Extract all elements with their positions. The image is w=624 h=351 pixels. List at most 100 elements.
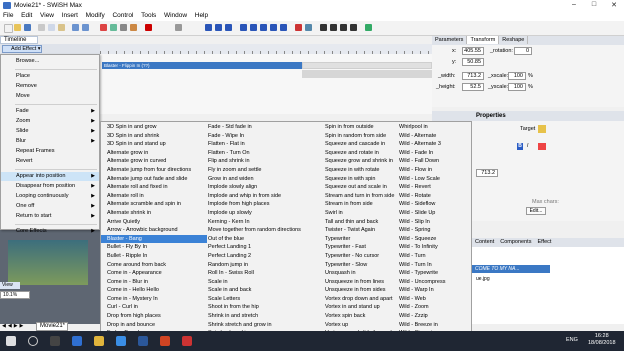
export-icon[interactable] <box>295 24 302 31</box>
tab-components[interactable]: Components <box>497 238 534 246</box>
menu-window[interactable]: Window <box>161 11 190 19</box>
windows-start-icon[interactable] <box>6 336 16 346</box>
submenu-item[interactable]: Alternate jump from four directions <box>101 166 207 175</box>
undo-icon[interactable] <box>72 24 79 31</box>
menu-help[interactable]: Help <box>192 11 211 19</box>
preview-icon[interactable] <box>305 24 312 31</box>
submenu-item[interactable]: Alternate grow in curved <box>101 157 207 166</box>
effect-menu-item[interactable]: Revert <box>1 157 99 166</box>
word-icon[interactable] <box>138 336 148 346</box>
effect-menu-item[interactable]: Appear into position ▶ <box>1 172 99 181</box>
timeline-tab[interactable]: Timeline <box>0 36 38 44</box>
submenu-item[interactable]: Wild - Flow in <box>393 166 471 175</box>
step-icon[interactable] <box>215 24 222 31</box>
stage-image[interactable] <box>8 240 88 285</box>
submenu-item[interactable]: Flatten - Turn On <box>202 149 308 158</box>
add-effect-button[interactable]: Add Effect ▾ <box>2 45 42 53</box>
submenu-item[interactable]: Random jump in <box>202 261 308 270</box>
submenu-item[interactable]: Alternate roll in <box>101 192 207 201</box>
submenu-item[interactable]: Come in - Appearance <box>101 269 207 278</box>
submenu-item[interactable]: Wild - Rotate <box>393 192 471 201</box>
submenu-item[interactable]: Implode slowly align <box>202 183 308 192</box>
submenu-item[interactable]: Implode and whip in from side <box>202 192 308 201</box>
submenu-item[interactable]: Alternate jump out fade and slide <box>101 175 207 184</box>
submenu-item[interactable]: Move together from random directions <box>202 226 308 235</box>
play-movie-icon[interactable] <box>240 24 247 31</box>
tab-parameters[interactable]: Parameters <box>432 36 468 44</box>
submenu-item[interactable]: Flatten - Flat in <box>202 140 308 149</box>
menu-view[interactable]: View <box>37 11 57 19</box>
x-field[interactable]: 405.55 <box>462 47 484 55</box>
language-indicator[interactable]: ENG <box>566 337 578 343</box>
edge-icon[interactable] <box>72 336 82 346</box>
tab-transform[interactable]: Transform <box>467 36 500 44</box>
store-icon[interactable] <box>116 336 126 346</box>
submenu-item[interactable]: Come in - Hello Hello <box>101 286 207 295</box>
forward-icon[interactable] <box>225 24 232 31</box>
minimize-button[interactable]: – <box>567 1 581 8</box>
shape-tool-icon[interactable] <box>110 24 117 31</box>
zoom-field[interactable]: 10.1% <box>0 291 30 299</box>
effect-menu-item[interactable]: Browse... <box>1 57 99 66</box>
yscale-field[interactable]: 100 <box>508 83 526 91</box>
task-view-icon[interactable] <box>50 336 60 346</box>
rotation-field[interactable]: 0 <box>514 47 532 55</box>
submenu-item[interactable]: Wild - Alternate <box>393 132 471 141</box>
submenu-item[interactable]: Bullet - Fly By In <box>101 243 207 252</box>
view-tab[interactable]: View <box>0 282 20 289</box>
align-icon[interactable] <box>320 24 327 31</box>
group-icon[interactable] <box>350 24 357 31</box>
submenu-item[interactable]: Wild - Sideflow <box>393 200 471 209</box>
target-icon[interactable] <box>538 125 546 133</box>
close-button[interactable]: ✕ <box>607 1 621 9</box>
order-icon[interactable] <box>340 24 347 31</box>
menu-tools[interactable]: Tools <box>138 11 159 19</box>
submenu-item[interactable]: Perfect Landing 2 <box>202 252 308 261</box>
menu-modify[interactable]: Modify <box>83 11 108 19</box>
distribute-icon[interactable] <box>330 24 337 31</box>
search-icon[interactable] <box>28 336 38 346</box>
submenu-item[interactable]: Drop from high places <box>101 312 207 321</box>
effect-menu-item[interactable]: Slide ▶ <box>1 127 99 136</box>
submenu-item[interactable]: Wild - Slip In <box>393 218 471 227</box>
submenu-item[interactable]: Wild - Typewrite <box>393 269 471 278</box>
xscale-field[interactable]: 100 <box>508 72 526 80</box>
submenu-item[interactable]: Come around from back <box>101 261 207 270</box>
italic-button[interactable]: I <box>527 143 533 150</box>
submenu-item[interactable]: Whirlpool in <box>393 123 471 132</box>
menu-edit[interactable]: Edit <box>18 11 35 19</box>
effect-menu-item[interactable]: One off ▶ <box>1 202 99 211</box>
timeline-ruler[interactable] <box>100 44 432 54</box>
submenu-item[interactable]: Wild - Fade In <box>393 149 471 158</box>
submenu-item[interactable]: Fade - Std fade in <box>202 123 308 132</box>
submenu-item[interactable]: Wild - Low Scale <box>393 175 471 184</box>
submenu-item[interactable]: Alternate scramble and spin in <box>101 200 207 209</box>
outline-panel[interactable] <box>472 247 624 324</box>
submenu-item[interactable]: Bullet - Ripple In <box>101 252 207 261</box>
submenu-item[interactable]: Fly in zoom and settle <box>202 166 308 175</box>
menu-control[interactable]: Control <box>109 11 136 19</box>
edit-button[interactable]: Edit... <box>526 207 546 215</box>
play-effect-icon[interactable] <box>260 24 267 31</box>
effect-menu-item[interactable]: Remove <box>1 82 99 91</box>
submenu-item[interactable]: Scale in and back <box>202 286 308 295</box>
y-field[interactable]: 50.85 <box>462 58 484 66</box>
effect-menu-item[interactable]: Disappear from position ▶ <box>1 182 99 191</box>
submenu-item[interactable]: Implode up slowly <box>202 209 308 218</box>
effect-menu-item[interactable]: Place <box>1 72 99 81</box>
effect-menu-item[interactable]: Move <box>1 92 99 101</box>
submenu-item[interactable]: Perfect Landing 1 <box>202 243 308 252</box>
submenu-item[interactable]: 3D Spin in and grow <box>101 123 207 132</box>
submenu-item[interactable]: Implode from high places <box>202 200 308 209</box>
submenu-item[interactable]: Alternate roll and fixed in <box>101 183 207 192</box>
sprite-tool-icon[interactable] <box>130 24 137 31</box>
submenu-item[interactable]: Flip and shrink in <box>202 157 308 166</box>
submenu-item[interactable]: Arrow - Arrowbic background <box>101 226 207 235</box>
submenu-item[interactable]: Wild - Slide Up <box>393 209 471 218</box>
open-icon[interactable] <box>14 24 21 31</box>
effect-menu-item[interactable]: Repeat Frames <box>1 147 99 156</box>
play-scene-icon[interactable] <box>250 24 257 31</box>
effect-menu-item[interactable]: Core Effects ▶ <box>1 227 99 236</box>
file-explorer-icon[interactable] <box>94 336 104 346</box>
menu-insert[interactable]: Insert <box>59 11 81 19</box>
